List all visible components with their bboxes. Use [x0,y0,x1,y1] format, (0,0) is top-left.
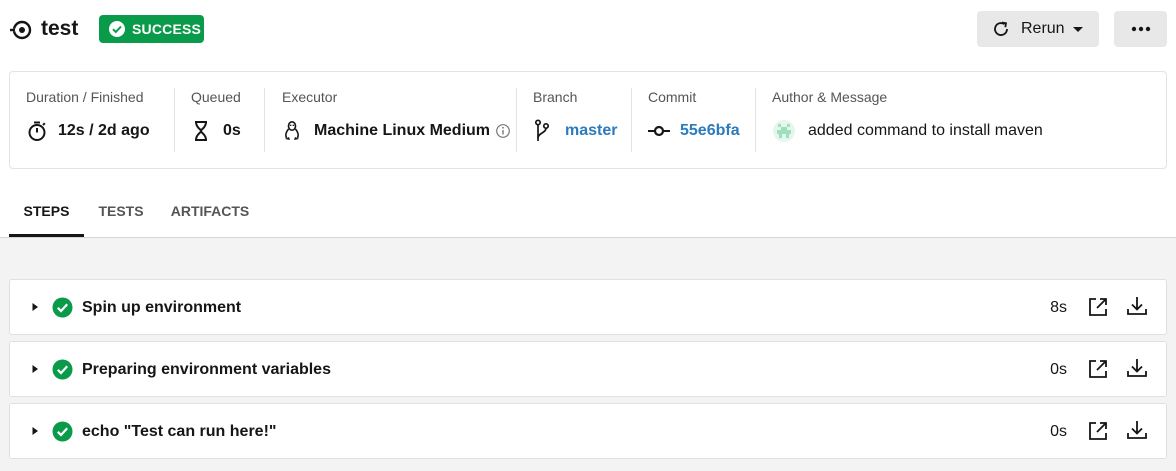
more-icon [1131,26,1150,32]
divider [631,88,632,152]
caret-right-icon[interactable] [30,302,40,312]
status-badge: SUCCESS [99,15,204,43]
step-duration: 8s [1050,299,1067,316]
linux-icon [285,121,299,140]
check-circle-icon [109,21,125,37]
job-info-card: Duration / Finished 12s / 2d ago Queued … [9,71,1167,169]
commit-link[interactable]: 55e6bfa [680,122,740,140]
divider [264,88,265,152]
tab-artifacts[interactable]: ARTIFACTS [164,188,256,237]
executor-label: Executor [282,89,338,105]
stopwatch-icon [28,121,46,141]
queued-section: Queued 0s [191,88,241,154]
caret-right-icon[interactable] [30,364,40,374]
download-icon[interactable] [1126,419,1148,441]
commit-section: Commit 55e6bfa [648,88,740,154]
divider [516,88,517,152]
status-text: SUCCESS [132,21,202,37]
chevron-down-icon [1072,27,1083,32]
author-label: Author & Message [772,89,888,105]
step-duration: 0s [1050,423,1067,440]
job-header: test SUCCESS Rerun [0,0,1176,60]
tab-steps[interactable]: STEPS [9,188,84,237]
executor-value: Machine Linux Medium [314,122,491,139]
divider [755,88,756,152]
open-in-new-icon[interactable] [1087,358,1109,380]
duration-section: Duration / Finished 12s / 2d ago [26,88,150,154]
rerun-button[interactable]: Rerun [977,11,1099,47]
queued-value: 0s [223,122,241,139]
step-title: Preparing environment variables [82,361,331,378]
queued-label: Queued [191,89,241,105]
open-in-new-icon[interactable] [1087,420,1109,442]
commit-label: Commit [648,89,697,105]
step-row[interactable]: Spin up environment 8s [9,279,1167,335]
download-icon[interactable] [1126,357,1148,379]
step-row[interactable]: Preparing environment variables 0s [9,341,1167,397]
check-circle-icon [52,421,73,442]
duration-label: Duration / Finished [26,89,144,105]
download-icon[interactable] [1126,295,1148,317]
step-row[interactable]: echo "Test can run here!" 0s [9,403,1167,459]
tab-tests[interactable]: TESTS [91,188,151,237]
step-title: echo "Test can run here!" [82,423,277,440]
branch-icon [534,119,550,141]
branch-label: Branch [533,89,578,105]
job-title: test [41,17,79,40]
duration-value: 12s / 2d ago [58,122,150,139]
commit-icon [648,125,670,137]
step-duration: 0s [1050,361,1067,378]
tab-bar: STEPS TESTS ARTIFACTS [0,188,1176,238]
more-options-button[interactable] [1114,11,1167,47]
open-in-new-icon[interactable] [1087,296,1109,318]
branch-section: Branch master [533,88,617,154]
author-section: Author & Message added command to instal… [772,88,1043,154]
hourglass-icon [195,121,207,141]
avatar [773,120,795,142]
job-icon [10,20,32,40]
info-icon[interactable] [495,123,511,139]
divider [174,88,175,152]
check-circle-icon [52,359,73,380]
check-circle-icon [52,297,73,318]
commit-message: added command to install maven [808,122,1043,139]
refresh-icon [994,21,1008,36]
rerun-label: Rerun [1021,20,1065,37]
steps-list: Spin up environment 8s Preparing environ… [0,238,1176,471]
step-title: Spin up environment [82,299,242,316]
executor-section: Executor Machine Linux Medium [282,88,511,154]
caret-right-icon[interactable] [30,426,40,436]
branch-link[interactable]: master [565,122,617,140]
